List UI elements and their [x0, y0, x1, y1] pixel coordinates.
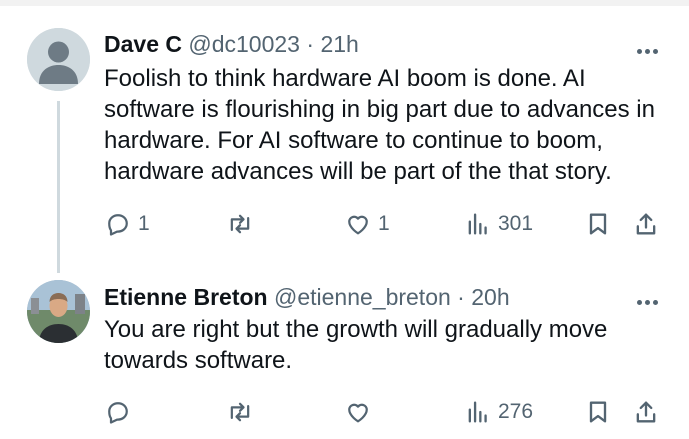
profile-photo-icon [27, 280, 90, 343]
more-icon[interactable] [637, 41, 661, 54]
share-button[interactable] [632, 395, 660, 429]
tweet-text: You are right but the growth will gradua… [104, 316, 608, 374]
author-name[interactable]: Dave C [104, 31, 182, 57]
author-handle[interactable]: @etienne_breton [274, 284, 451, 310]
separator-dot: · [306, 31, 315, 57]
repost-icon [230, 214, 250, 234]
author-handle[interactable]: @dc10023 [188, 31, 300, 57]
share-button[interactable] [632, 207, 660, 241]
view-count: 276 [498, 400, 534, 423]
views-icon [468, 213, 487, 235]
tweet-header: Dave C @dc10023 · 21h [104, 30, 359, 58]
avatar-default[interactable] [27, 28, 90, 91]
repost-button[interactable] [226, 207, 260, 241]
share-icon [636, 213, 656, 235]
bookmark-icon [589, 213, 607, 235]
repost-icon [230, 402, 250, 422]
views-button[interactable]: 301 [464, 207, 533, 241]
reply-count: 1 [138, 212, 150, 235]
reply-button[interactable]: 1 [104, 207, 150, 241]
like-icon [348, 403, 368, 423]
like-button[interactable] [344, 395, 378, 429]
separator-dot: · [457, 284, 465, 310]
author-name[interactable]: Etienne Breton [104, 284, 268, 310]
like-button[interactable]: 1 [344, 207, 390, 241]
avatar-photo[interactable] [27, 280, 90, 343]
reply-icon [108, 214, 128, 236]
bookmark-button[interactable] [584, 395, 612, 429]
views-button[interactable]: 276 [464, 395, 533, 429]
view-count: 301 [498, 212, 534, 235]
bookmark-button[interactable] [584, 207, 612, 241]
tweet-dave-c[interactable]: Dave C @dc10023 · 21h Foolish to think h… [0, 8, 689, 273]
default-avatar-icon [27, 28, 90, 91]
action-bar: 1 1 301 [0, 207, 689, 241]
bookmark-icon [589, 401, 607, 423]
like-count: 1 [378, 212, 390, 235]
reply-icon [108, 402, 128, 424]
tweet-etienne-breton[interactable]: Etienne Breton @etienne_breton · 20h You… [0, 268, 689, 439]
tweet-header: Etienne Breton @etienne_breton · 20h [104, 283, 510, 311]
views-icon [468, 401, 487, 423]
reply-button[interactable] [104, 395, 138, 429]
tweet-text: Foolish to think hardware AI boom is don… [104, 65, 655, 185]
timestamp[interactable]: 20h [471, 284, 509, 310]
more-icon[interactable] [637, 292, 661, 305]
like-icon [348, 215, 368, 235]
repost-button[interactable] [226, 395, 260, 429]
thread-connector-line [57, 101, 60, 273]
timestamp[interactable]: 21h [320, 31, 358, 57]
top-divider [0, 0, 689, 6]
action-bar: 276 [0, 395, 689, 429]
share-icon [636, 401, 656, 423]
